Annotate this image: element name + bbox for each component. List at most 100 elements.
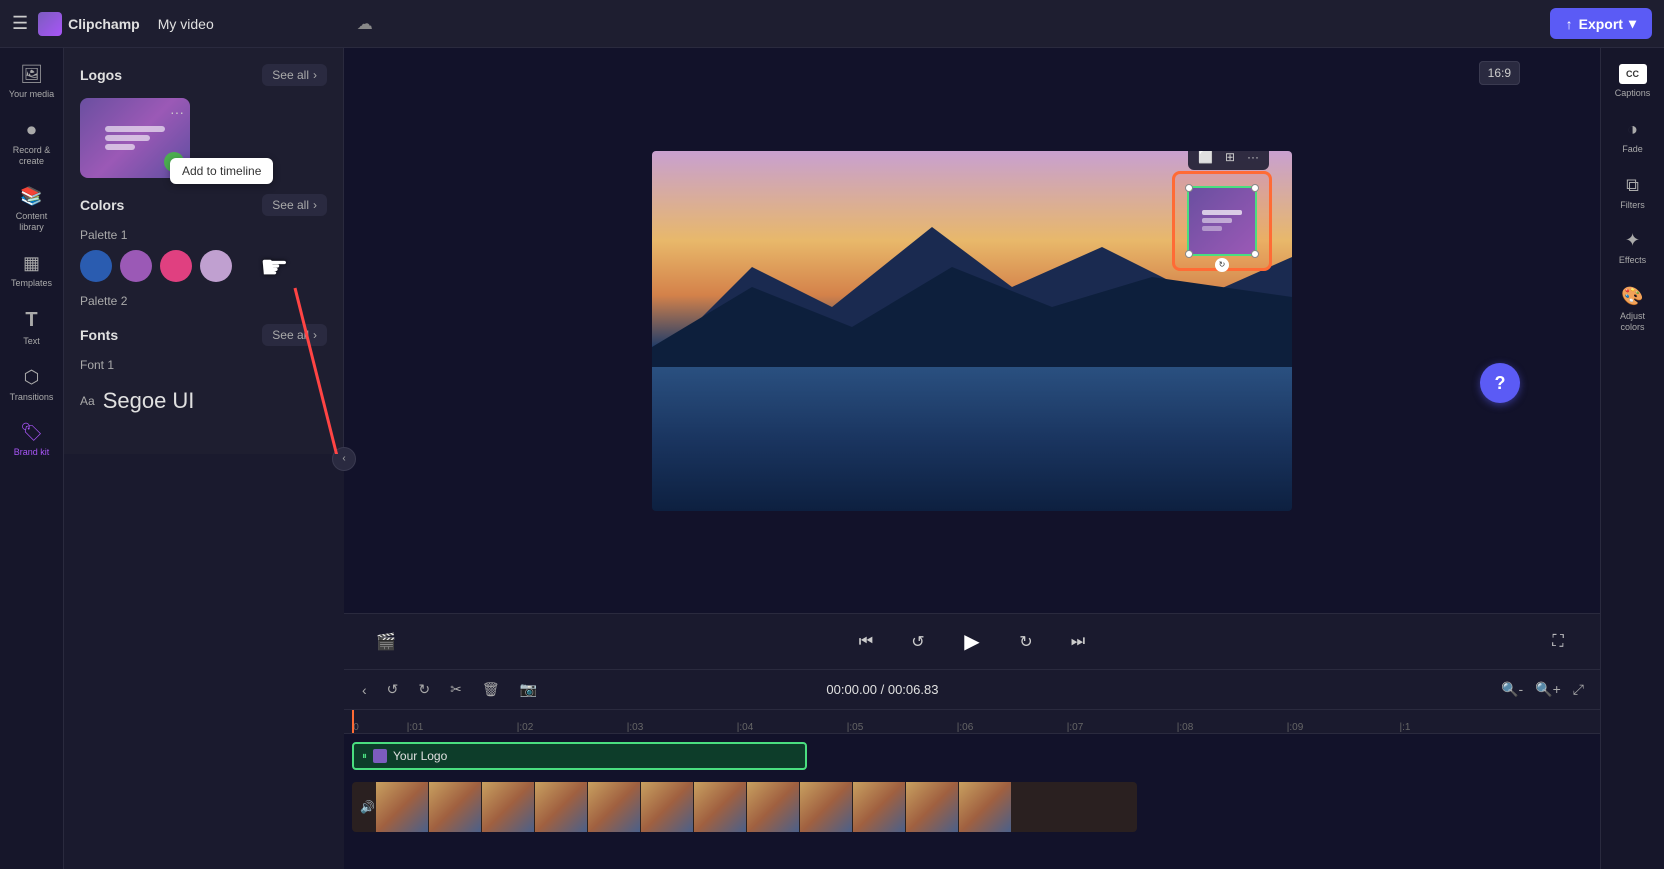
color-swatch-blue[interactable] [80, 250, 112, 282]
logo-overlay-container[interactable]: ⬜ ⊞ ··· [1172, 171, 1272, 271]
fullscreen-button[interactable]: ⛶ [1540, 624, 1576, 660]
video-thumb-6 [641, 782, 693, 832]
font-aa-label: Aa [80, 394, 95, 408]
text-icon: T [25, 309, 37, 332]
delete-button[interactable]: 🗑 [476, 677, 506, 702]
sidebar-item-transitions[interactable]: ⬡ Transitions [4, 359, 60, 411]
sidebar-item-text[interactable]: T Text [4, 301, 60, 355]
crop-tool-icon[interactable]: ⬜ [1194, 151, 1217, 166]
logo-options-icon[interactable]: ··· [170, 104, 184, 120]
redo-button[interactable]: ↻ [412, 677, 436, 702]
video-track[interactable]: 🔊 [352, 782, 1137, 832]
sidebar-item-templates[interactable]: ▦ Templates [4, 245, 60, 297]
right-sidebar-item-filters[interactable]: ⧉ Filters [1605, 167, 1661, 219]
sidebar-item-brand-kit[interactable]: 🏷 Brand kit [4, 414, 60, 466]
video-thumb-3 [482, 782, 534, 832]
video-thumb-7 [694, 782, 746, 832]
skip-forward-button[interactable]: ⏭ [1060, 624, 1096, 660]
timeline-back-button[interactable]: ‹ [356, 678, 373, 702]
video-thumb-8 [747, 782, 799, 832]
ruler-mark-1: |:01 [360, 722, 470, 733]
zoom-out-button[interactable]: 🔍- [1497, 677, 1527, 702]
logo-bar-medium [105, 135, 150, 141]
rewind-button[interactable]: ↺ [900, 624, 936, 660]
palette2-label: Palette 2 [80, 294, 327, 308]
forward-button[interactable]: ↻ [1008, 624, 1044, 660]
video-thumb-4 [535, 782, 587, 832]
fonts-title: Fonts [80, 327, 118, 343]
resize-tool-icon[interactable]: ⊞ [1221, 151, 1239, 166]
logo-card[interactable]: ··· + [80, 98, 190, 178]
sticker-button[interactable]: 🎬 [368, 624, 404, 660]
right-sidebar-label-effects: Effects [1619, 255, 1646, 266]
fonts-see-all-button[interactable]: See all › [262, 324, 327, 346]
color-swatch-purple[interactable] [120, 250, 152, 282]
colors-see-all-button[interactable]: See all › [262, 194, 327, 216]
colors-see-all-label: See all [272, 198, 309, 212]
export-button[interactable]: ↑ Export ▾ [1550, 8, 1652, 39]
playhead[interactable] [352, 710, 354, 733]
corner-handle-tl[interactable] [1185, 184, 1193, 192]
more-options-icon[interactable]: ··· [1243, 151, 1263, 166]
palette1-label: Palette 1 [80, 228, 327, 242]
timeline-toolbar: ‹ ↺ ↻ ✂ 🗑 📷 00:00.00 / 00:06.83 🔍- 🔍+ ⤢ [344, 670, 1600, 710]
ruler-mark-9: |:09 [1240, 722, 1350, 733]
logo-track[interactable]: ⏸ Your Logo [352, 742, 807, 770]
cloud-sync-icon: ☁ [357, 14, 373, 34]
right-sidebar-item-captions[interactable]: CC Captions [1605, 56, 1661, 107]
logo-area: Clipchamp [38, 12, 140, 36]
right-sidebar-label-filters: Filters [1620, 200, 1645, 211]
sidebar-item-record-create[interactable]: ⏺ Record & create [4, 112, 60, 175]
skip-back-button[interactable]: ⏮ [848, 624, 884, 660]
video-title-input[interactable] [150, 12, 347, 36]
timeline-ruler: 0 |:01 |:02 |:03 |:04 |:05 [344, 710, 1600, 734]
corner-handle-bl[interactable] [1185, 250, 1193, 258]
colors-section-header: Colors See all › [80, 194, 327, 216]
templates-icon: ▦ [23, 253, 40, 274]
corner-handle-br[interactable] [1251, 250, 1259, 258]
content-library-icon: 📚 [20, 186, 42, 207]
main-layout: 🖼 Your media ⏺ Record & create 📚 Content… [0, 48, 1664, 869]
add-to-timeline-text: Add to timeline [182, 164, 261, 178]
undo-button[interactable]: ↺ [381, 677, 405, 702]
zoom-fit-button[interactable]: ⤢ [1569, 677, 1588, 702]
sidebar-item-your-media[interactable]: 🖼 Your media [4, 56, 60, 108]
video-preview-area: ⬜ ⊞ ··· [344, 48, 1600, 613]
right-sidebar-label-adjust-colors: Adjust colors [1609, 311, 1657, 333]
ruler-mark-6: |:06 [910, 722, 1020, 733]
center-area: ⬜ ⊞ ··· [344, 48, 1600, 869]
corner-handle-tr[interactable] [1251, 184, 1259, 192]
video-thumb-2 [429, 782, 481, 832]
right-sidebar-item-adjust-colors[interactable]: 🎨 Adjust colors [1605, 278, 1661, 341]
sidebar-item-content-library[interactable]: 📚 Content library [4, 178, 60, 241]
logo-bar-narrow [105, 144, 135, 150]
color-swatch-pink[interactable] [160, 250, 192, 282]
logo-overlay-inner[interactable]: ↻ [1187, 186, 1257, 256]
cut-button[interactable]: ✂ [444, 677, 468, 702]
right-sidebar-item-fade[interactable]: ◑ Fade [1605, 111, 1661, 163]
snapshot-button[interactable]: 📷 [514, 677, 543, 702]
export-chevron: ▾ [1629, 15, 1636, 32]
track-logo-color [373, 749, 387, 763]
logo-add-button[interactable]: + [164, 152, 184, 172]
zoom-in-button[interactable]: 🔍+ [1531, 677, 1565, 702]
video-thumb-9 [800, 782, 852, 832]
logos-see-all-button[interactable]: See all › [262, 64, 327, 86]
sidebar-label-your-media: Your media [9, 89, 54, 100]
logos-see-all-chevron: › [313, 68, 317, 82]
right-sidebar-item-effects[interactable]: ✦ Effects [1605, 222, 1661, 274]
logo-track-label: Your Logo [393, 749, 447, 763]
hamburger-menu[interactable]: ☰ [12, 13, 28, 34]
help-button[interactable]: ? [1480, 363, 1520, 403]
left-sidebar: 🖼 Your media ⏺ Record & create 📚 Content… [0, 48, 64, 869]
panel-collapse-button[interactable]: ‹ [332, 447, 356, 471]
adjust-colors-icon: 🎨 [1621, 286, 1643, 307]
logo-mini-preview [1189, 188, 1255, 254]
color-swatch-lavender[interactable] [200, 250, 232, 282]
rotate-handle[interactable]: ↻ [1215, 258, 1229, 272]
play-button[interactable]: ▶ [952, 622, 992, 662]
fade-icon: ◑ [1627, 119, 1638, 140]
colors-title: Colors [80, 197, 124, 213]
right-sidebar-label-fade: Fade [1622, 144, 1643, 155]
ruler-mark-8: |:08 [1130, 722, 1240, 733]
